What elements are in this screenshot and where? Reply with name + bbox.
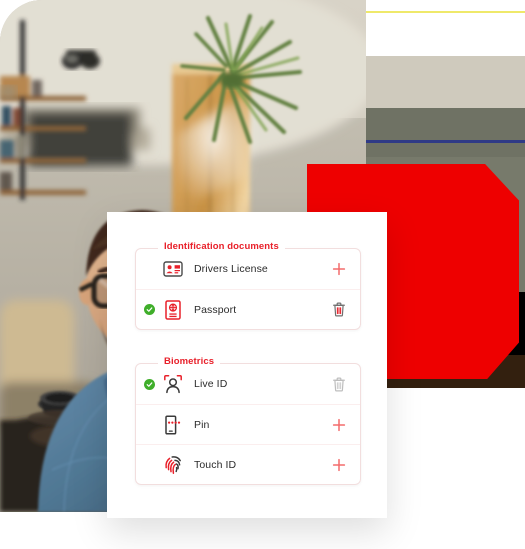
background-band-wall	[365, 56, 525, 108]
background-band-top	[365, 0, 525, 56]
background-line-yellow	[365, 11, 525, 13]
plus-icon	[332, 458, 346, 471]
plus-icon	[332, 262, 346, 276]
passport-icon	[162, 299, 184, 320]
credentials-card: Identification documents Drivers License	[107, 212, 387, 518]
list-item-label: Pin	[194, 418, 210, 431]
list-item-label: Drivers License	[194, 263, 268, 275]
list-item-label: Touch ID	[194, 458, 237, 471]
scene-root: Identification documents Drivers License	[0, 0, 525, 549]
verified-check-icon	[143, 304, 155, 315]
phone-pin-icon	[162, 414, 184, 435]
list-item-label: Passport	[194, 303, 237, 316]
background-line-blue	[365, 140, 525, 143]
face-scan-icon	[162, 374, 184, 394]
list-item-passport[interactable]: Passport	[136, 289, 360, 329]
add-touch-id-button[interactable]	[330, 456, 348, 474]
trash-icon	[333, 377, 345, 391]
verified-slot	[136, 378, 162, 390]
delete-live-id-button[interactable]	[330, 375, 348, 393]
list-item-touch-id[interactable]: Touch ID	[136, 444, 360, 484]
trash-icon	[333, 302, 345, 317]
verified-slot	[136, 304, 162, 315]
plus-icon	[332, 418, 346, 431]
group-biometrics: Biometrics Live ID Pin Touch ID	[135, 356, 361, 485]
list-item-label: Live ID	[194, 378, 228, 390]
add-pin-button[interactable]	[330, 416, 348, 434]
add-drivers-license-button[interactable]	[330, 260, 348, 278]
delete-passport-button[interactable]	[330, 301, 348, 319]
group-identification-documents: Identification documents Drivers License	[135, 241, 361, 330]
list-item-live-id[interactable]: Live ID	[136, 364, 360, 404]
list-item-pin[interactable]: Pin	[136, 404, 360, 444]
fingerprint-icon	[162, 455, 184, 475]
background-band-shadow	[365, 108, 525, 157]
id-card-icon	[162, 259, 184, 279]
list-item-drivers-license[interactable]: Drivers License	[136, 249, 360, 289]
verified-check-icon	[143, 378, 155, 390]
